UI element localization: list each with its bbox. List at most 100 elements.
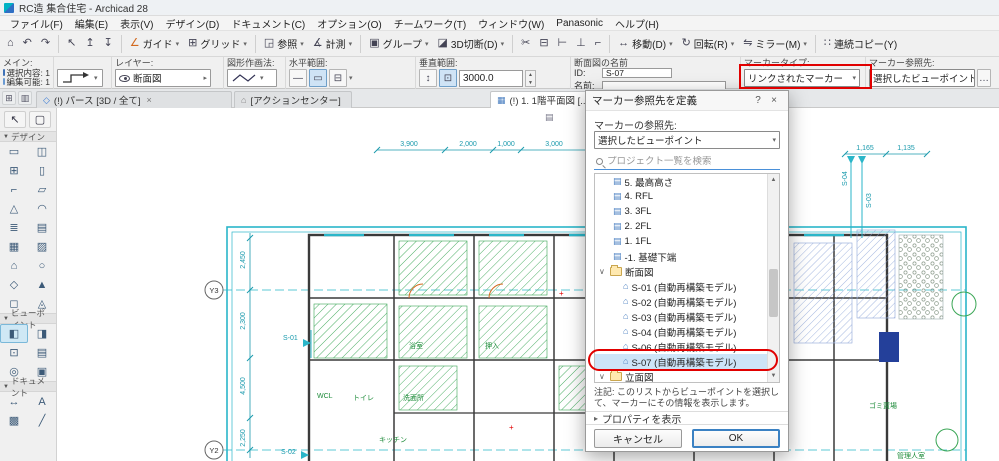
menu-window[interactable]: ウィンドウ(W) [472,16,550,31]
redo-button[interactable]: ↷ [37,33,54,54]
tree-item-s07[interactable]: ⌂ S-07 (自動再構築モデル) [595,354,779,369]
menu-view[interactable]: 表示(V) [114,16,159,31]
text-tool[interactable]: A [28,392,56,411]
menu-panasonic[interactable]: Panasonic [550,16,609,31]
railing-tool[interactable]: ▤ [28,218,56,237]
toolbox-viewpoint-header[interactable]: ▼ビューポイント [0,308,56,330]
shell-tool[interactable]: ◠ [28,199,56,218]
tab-perspective[interactable]: ◇ (!) パース [3D / 全て] × [36,91,232,108]
section-tool[interactable]: ◧ [0,324,28,343]
layer-selector[interactable]: 断面図 ▸ [115,69,211,87]
expander-icon[interactable]: ∨ [599,372,607,381]
home-button[interactable]: ⌂ [3,33,18,54]
undo-button[interactable]: ↶ [19,33,36,54]
guide-button[interactable]: ∠ ガイド ▾ [126,33,183,54]
multiply-button[interactable]: ∷ 連続コピー(Y) [820,33,901,54]
tree-item-story-4[interactable]: ▤ 4. RFL [595,189,779,204]
door-tool[interactable]: ◫ [28,142,56,161]
tree-folder-elevations[interactable]: ∨ 立面図 [595,369,779,382]
roof-tool[interactable]: △ [0,199,28,218]
stair-tool[interactable]: ≣ [0,218,28,237]
group-button[interactable]: ▣ グループ ▾ [365,33,432,54]
tree-item-s04[interactable]: ⌂ S-04 (自動再構築モデル) [595,324,779,339]
drawing-canvas[interactable]: ▤ Y3 Y2 3,900 2,000 1,000 3,000 2,000 [57,108,999,461]
scrollbar-thumb[interactable] [769,269,778,317]
intersect-button[interactable]: ⊥ [572,33,590,54]
floor-plan-drawing[interactable]: ▤ Y3 Y2 3,900 2,000 1,000 3,000 2,000 [57,108,999,461]
window-tool[interactable]: ⊞ [0,161,28,180]
measure-button[interactable]: ∡ 計測 ▾ [309,33,356,54]
fill-tool[interactable]: ▩ [0,411,28,430]
cancel-button[interactable]: キャンセル [594,429,682,448]
move-button[interactable]: ↔ 移動(D) ▾ [614,33,676,54]
menu-help[interactable]: ヘルプ(H) [609,16,665,31]
close-icon[interactable]: × [147,95,152,105]
object-tool[interactable]: ⌂ [0,256,28,275]
marker-ref-dropdown[interactable]: 選択したビューポイント ▾ [869,69,975,87]
lamp-tool[interactable]: ○ [28,256,56,275]
select-arrow-button[interactable]: ↖ [63,33,80,54]
pickup-parameters-button[interactable]: ↥ [81,33,98,54]
grid-button[interactable]: ⊞ グリッド ▾ [184,33,251,54]
column-tool[interactable]: ▯ [28,161,56,180]
tab-overview-button[interactable]: ⊞ [2,91,16,105]
worksheet-tool[interactable]: ▤ [28,343,56,362]
canvas-options-icon[interactable]: ▤ [545,112,554,122]
reference-dropdown[interactable]: 選択したビューポイント ▾ [594,131,780,149]
tab-action-center[interactable]: ⌂ [アクションセンター] [234,91,352,108]
tree-item-story-5[interactable]: ▤ 5. 最高高さ [595,174,779,189]
tree-item-s02[interactable]: ⌂ S-02 (自動再構築モデル) [595,294,779,309]
expander-icon[interactable]: ∨ [599,267,607,276]
inject-parameters-button[interactable]: ↧ [100,33,117,54]
wall-tool[interactable]: ▭ [0,142,28,161]
mesh-tool[interactable]: ▲ [28,275,56,294]
interior-elevation-tool[interactable]: ⊡ [0,343,28,362]
rotate-button[interactable]: ↻ 回転(R) ▾ [678,33,739,54]
menu-edit[interactable]: 編集(E) [69,16,114,31]
marker-type-dropdown[interactable]: リンクされたマーカー ▾ [744,69,860,87]
vrange-infinite-button[interactable]: ↕ [419,69,437,87]
project-search[interactable] [594,154,780,170]
toolbox-design-header[interactable]: ▼ デザイン [0,131,56,142]
tree-item-s03[interactable]: ⌂ S-03 (自動再構築モデル) [595,309,779,324]
tree-item-story-3[interactable]: ▤ 3. 3FL [595,204,779,219]
dimension-tool[interactable]: ↔ [0,392,28,411]
tab-list-button[interactable]: ▥ [18,91,32,105]
vrange-value-input[interactable] [459,69,523,87]
marker-ref-more-button[interactable]: … [977,69,991,87]
curtain-wall-tool[interactable]: ▦ [0,237,28,256]
dialog-title-bar[interactable]: マーカー参照先を定義 ? × [586,91,788,111]
trace-reference-button[interactable]: ◲ 参照 ▾ [260,33,308,54]
menu-options[interactable]: オプション(O) [311,16,387,31]
tree-item-story-b1[interactable]: ▤ -1. 基礎下端 [595,249,779,264]
tree-scrollbar[interactable]: ▲ ▼ [767,174,779,382]
menu-file[interactable]: ファイル(F) [4,16,69,31]
tree-folder-sections[interactable]: ∨ 断面図 [595,264,779,279]
adjust-button[interactable]: ⊢ [554,33,572,54]
3d-cut-button[interactable]: ◪ 3D切断(D) ▾ [434,33,509,54]
ok-button[interactable]: OK [692,429,780,448]
hrange-infinite-button[interactable]: — [289,69,307,87]
elevation-tool[interactable]: ◨ [28,324,56,343]
vrange-limited-button[interactable]: ⊡ [439,69,457,87]
construction-method-selector[interactable]: ▾ [227,69,277,87]
help-button[interactable]: ? [750,93,766,109]
hrange-limited-button[interactable]: ▭ [309,69,327,87]
morph-tool[interactable]: ◇ [0,275,28,294]
close-button[interactable]: × [766,93,782,109]
show-properties-toggle[interactable]: ▸ プロパティを表示 [586,411,788,426]
fillet-button[interactable]: ⌐ [591,33,605,54]
section-symbol-selector[interactable]: ▾ [57,69,103,87]
cut-button[interactable]: ✂ [517,33,534,54]
line-tool[interactable]: ╱ [28,411,56,430]
zone-tool[interactable]: ▨ [28,237,56,256]
section-id-input[interactable] [602,68,672,78]
menu-teamwork[interactable]: チームワーク(T) [388,16,472,31]
menu-design[interactable]: デザイン(D) [159,16,225,31]
slab-tool[interactable]: ▱ [28,180,56,199]
tree-item-s06[interactable]: ⌂ S-06 (自動再構築モデル) [595,339,779,354]
tree-item-story-2[interactable]: ▤ 2. 2FL [595,219,779,234]
search-input[interactable] [607,156,778,167]
hrange-zero-depth-button[interactable]: ⊟ [329,69,347,87]
scroll-down-icon[interactable]: ▼ [768,370,779,382]
